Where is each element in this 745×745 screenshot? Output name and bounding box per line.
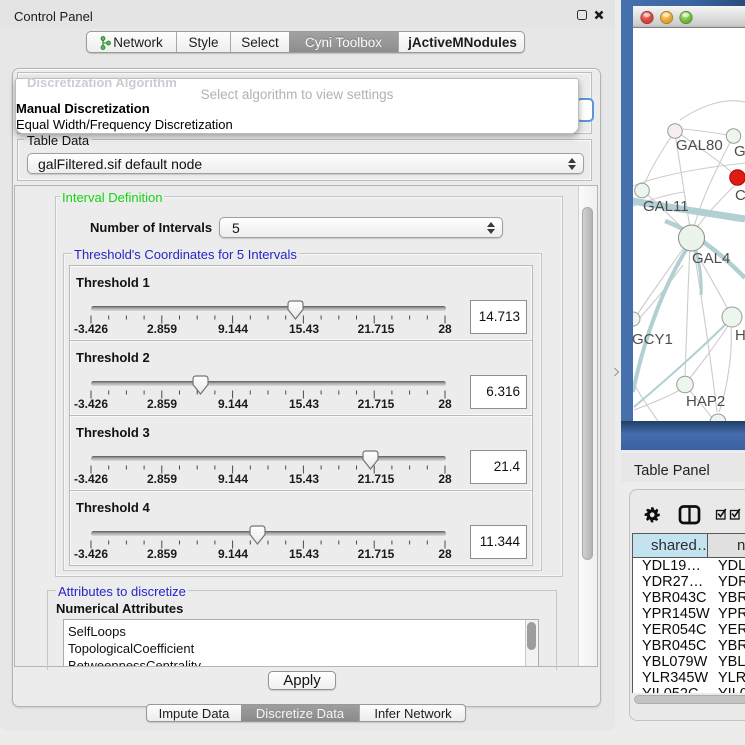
svg-text:GAL80: GAL80 xyxy=(676,137,723,154)
svg-text:GAL4: GAL4 xyxy=(692,250,730,267)
svg-text:HAP2: HAP2 xyxy=(686,393,725,410)
svg-text:C: C xyxy=(735,187,745,204)
svg-text:GCY1: GCY1 xyxy=(633,331,673,348)
svg-text:GAL11: GAL11 xyxy=(643,198,689,215)
svg-text:GA: GA xyxy=(734,143,745,160)
svg-text:H: H xyxy=(735,327,745,344)
